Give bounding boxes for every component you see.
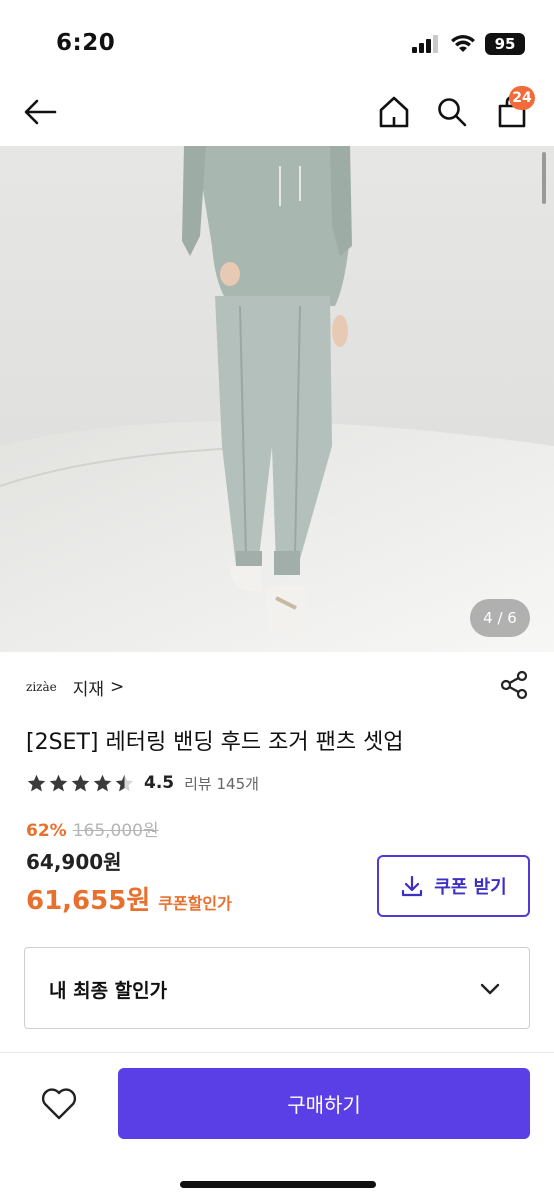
brand-logo: zizàe [26,680,57,694]
heart-icon[interactable] [40,1087,78,1121]
wifi-icon [451,35,475,52]
final-discount-accordion[interactable]: 내 최종 할인가 [24,947,530,1029]
share-icon[interactable] [498,670,532,700]
buy-button[interactable]: 구매하기 [118,1068,530,1139]
download-icon [402,875,423,897]
coupon-price-label: 쿠폰할인가 [158,894,232,913]
get-coupon-button[interactable]: 쿠폰 받기 [377,855,530,917]
star-half-icon [115,774,134,791]
product-image-gallery[interactable]: 4 / 6 [0,146,554,652]
home-button[interactable] [374,92,414,132]
battery-icon: 95 [485,33,525,55]
chevron-down-icon [480,983,500,995]
original-price: 165,000원 [72,821,159,841]
status-bar: 6:20 95 [0,0,554,88]
cellular-signal-icon [412,35,438,53]
sale-price: 64,900원 [26,850,122,874]
status-time: 6:20 [56,30,116,56]
back-arrow-icon [24,99,57,125]
star-icon [71,774,90,791]
back-button[interactable] [20,92,60,132]
rating-row[interactable]: 4.5 리뷰 145개 [26,770,259,796]
home-indicator [180,1181,376,1188]
discount-rate: 62% [26,821,67,841]
bottom-action-bar: 구매하기 [0,1052,554,1200]
image-pager-indicator: 4 / 6 [470,599,530,637]
discount-row: 62% 165,000원 [26,816,159,841]
top-nav-bar [0,88,554,146]
scroll-indicator [542,152,546,204]
star-icon [49,774,68,791]
brand-name: 지재 [72,679,105,700]
coupon-price: 61,655원 [26,886,151,916]
chevron-right-icon: > [110,677,125,697]
star-icon [93,774,112,791]
star-rating [26,773,136,794]
brand-link[interactable]: zizàe 지재 > [26,672,124,702]
get-coupon-label: 쿠폰 받기 [434,877,507,898]
coupon-price-row: 61,655원 쿠폰할인가 [26,880,232,917]
search-button[interactable] [432,92,472,132]
star-icon [27,774,46,791]
review-count-link[interactable]: 리뷰 145개 [184,773,259,794]
search-icon [438,98,467,127]
home-icon [379,96,409,128]
final-discount-label: 내 최종 할인가 [49,980,168,1002]
rating-value: 4.5 [144,773,175,793]
cart-count-badge: 24 [509,86,535,110]
product-title: [2SET] 레터링 밴딩 후드 조거 팬츠 셋업 [26,730,404,755]
product-photo [0,146,554,652]
